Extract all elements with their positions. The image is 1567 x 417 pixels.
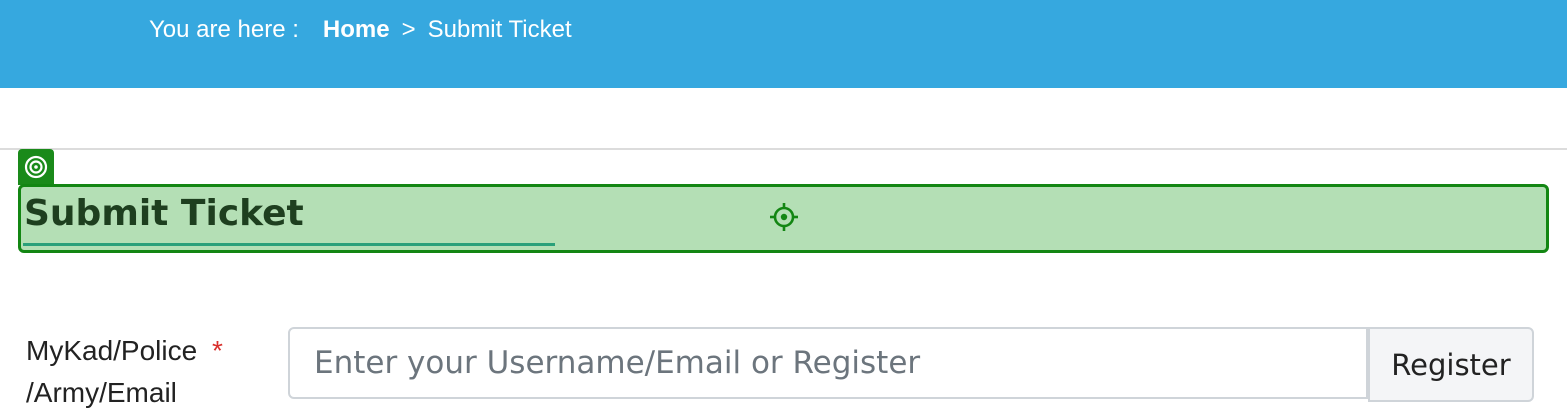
breadcrumb-home-link[interactable]: Home (323, 14, 390, 46)
target-icon (24, 155, 48, 179)
breadcrumb-prefix: You are here : (149, 16, 299, 43)
username-input[interactable] (288, 327, 1368, 399)
breadcrumb-current: Submit Ticket (427, 16, 572, 43)
id-field-label-line1: MyKad/Police (26, 335, 198, 366)
crosshair-icon (770, 203, 798, 231)
breadcrumb-bar: You are here : Home > Submit Ticket (0, 0, 1567, 88)
breadcrumb-separator: > (401, 16, 416, 43)
section-divider (0, 148, 1567, 150)
highlight-tab (18, 149, 54, 185)
page: You are here : Home > Submit Ticket Subm… (0, 0, 1567, 417)
id-field-label: MyKad/Police /Army/Email (26, 330, 276, 414)
title-underline (23, 243, 555, 246)
register-button[interactable]: Register (1368, 327, 1534, 402)
page-title: Submit Ticket (24, 193, 304, 234)
id-field-label-line2: /Army/Email (26, 377, 177, 408)
breadcrumb: You are here : Home > Submit Ticket (149, 14, 572, 46)
required-marker: * (212, 335, 223, 366)
